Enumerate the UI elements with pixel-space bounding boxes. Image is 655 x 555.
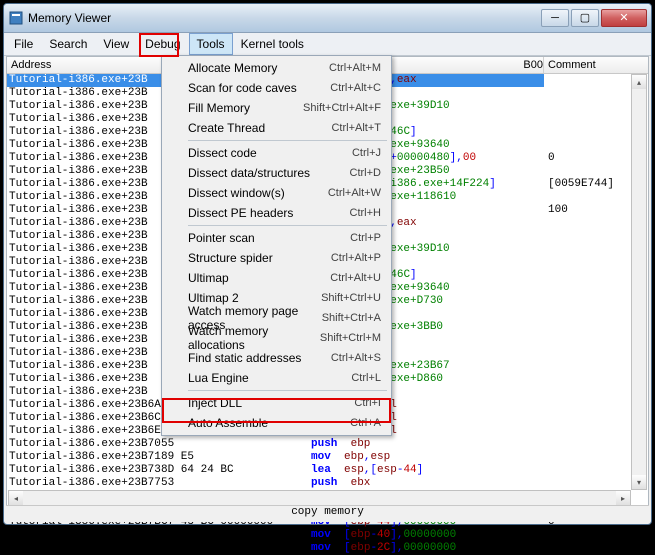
statusbar: copy memory <box>6 505 649 522</box>
asm-row[interactable]: Tutorial-i386.exe+23B82C7 45 C0 00000000… <box>7 529 648 542</box>
window-title: Memory Viewer <box>28 11 539 25</box>
app-icon <box>8 10 24 26</box>
menu-item-inject-dll[interactable]: Inject DLLCtrl+I <box>164 393 389 413</box>
menu-kernel-tools[interactable]: Kernel tools <box>233 33 312 55</box>
menu-item-dissect-data-structures[interactable]: Dissect data/structuresCtrl+D <box>164 163 389 183</box>
menu-separator <box>188 225 387 226</box>
menu-item-watch-memory-allocations[interactable]: Watch memory allocationsShift+Ctrl+M <box>164 328 389 348</box>
menu-item-find-static-addresses[interactable]: Find static addressesCtrl+Alt+S <box>164 348 389 368</box>
vertical-scrollbar[interactable]: ▴ ▾ <box>631 74 647 490</box>
asm-row[interactable]: Tutorial-i386.exe+23B7753push ebx <box>7 477 648 490</box>
maximize-button[interactable]: ▢ <box>571 9 599 27</box>
asm-row[interactable]: Tutorial-i386.exe+23B7189 E5mov ebp,esp <box>7 451 648 464</box>
scroll-left-button[interactable]: ◂ <box>9 491 23 505</box>
menu-item-structure-spider[interactable]: Structure spiderCtrl+Alt+P <box>164 248 389 268</box>
menu-separator <box>188 140 387 141</box>
menu-item-fill-memory[interactable]: Fill MemoryShift+Ctrl+Alt+F <box>164 98 389 118</box>
menu-file[interactable]: File <box>6 33 41 55</box>
menu-item-allocate-memory[interactable]: Allocate MemoryCtrl+Alt+M <box>164 58 389 78</box>
col-comment[interactable]: Comment <box>543 57 648 73</box>
menu-view[interactable]: View <box>95 33 137 55</box>
menu-item-ultimap[interactable]: UltimapCtrl+Alt+U <box>164 268 389 288</box>
menu-item-dissect-pe-headers[interactable]: Dissect PE headersCtrl+H <box>164 203 389 223</box>
menu-debug[interactable]: Debug <box>137 33 188 55</box>
menu-item-scan-for-code-caves[interactable]: Scan for code cavesCtrl+Alt+C <box>164 78 389 98</box>
asm-row[interactable]: Tutorial-i386.exe+23B7055push ebp <box>7 438 648 451</box>
menu-item-pointer-scan[interactable]: Pointer scanCtrl+P <box>164 228 389 248</box>
menu-item-create-thread[interactable]: Create ThreadCtrl+Alt+T <box>164 118 389 138</box>
horizontal-scrollbar[interactable]: ◂ ▸ <box>8 490 631 506</box>
menu-item-auto-assemble[interactable]: Auto AssembleCtrl+A <box>164 413 389 433</box>
menu-tools[interactable]: Tools <box>189 33 233 55</box>
menu-item-dissect-code[interactable]: Dissect codeCtrl+J <box>164 143 389 163</box>
memory-viewer-window: Memory Viewer ─ ▢ ✕ FileSearchViewDebugT… <box>3 3 652 525</box>
menu-item-lua-engine[interactable]: Lua EngineCtrl+L <box>164 368 389 388</box>
menu-separator <box>188 390 387 391</box>
asm-row[interactable]: Tutorial-i386.exe+23B89C7 45 D4 00000000… <box>7 542 648 555</box>
close-button[interactable]: ✕ <box>601 9 647 27</box>
minimize-button[interactable]: ─ <box>541 9 569 27</box>
status-text: copy memory <box>291 506 364 518</box>
menu-search[interactable]: Search <box>41 33 95 55</box>
scroll-up-button[interactable]: ▴ <box>632 75 646 89</box>
scroll-down-button[interactable]: ▾ <box>632 475 646 489</box>
menu-item-dissect-window-s-[interactable]: Dissect window(s)Ctrl+Alt+W <box>164 183 389 203</box>
menubar: FileSearchViewDebugToolsKernel tools <box>4 33 651 56</box>
titlebar[interactable]: Memory Viewer ─ ▢ ✕ <box>4 4 651 33</box>
asm-row[interactable]: Tutorial-i386.exe+23B738D 64 24 BClea es… <box>7 464 648 477</box>
tools-menu-dropdown: Allocate MemoryCtrl+Alt+MScan for code c… <box>161 55 392 436</box>
col-address[interactable]: Address <box>7 57 162 73</box>
scroll-right-button[interactable]: ▸ <box>616 491 630 505</box>
